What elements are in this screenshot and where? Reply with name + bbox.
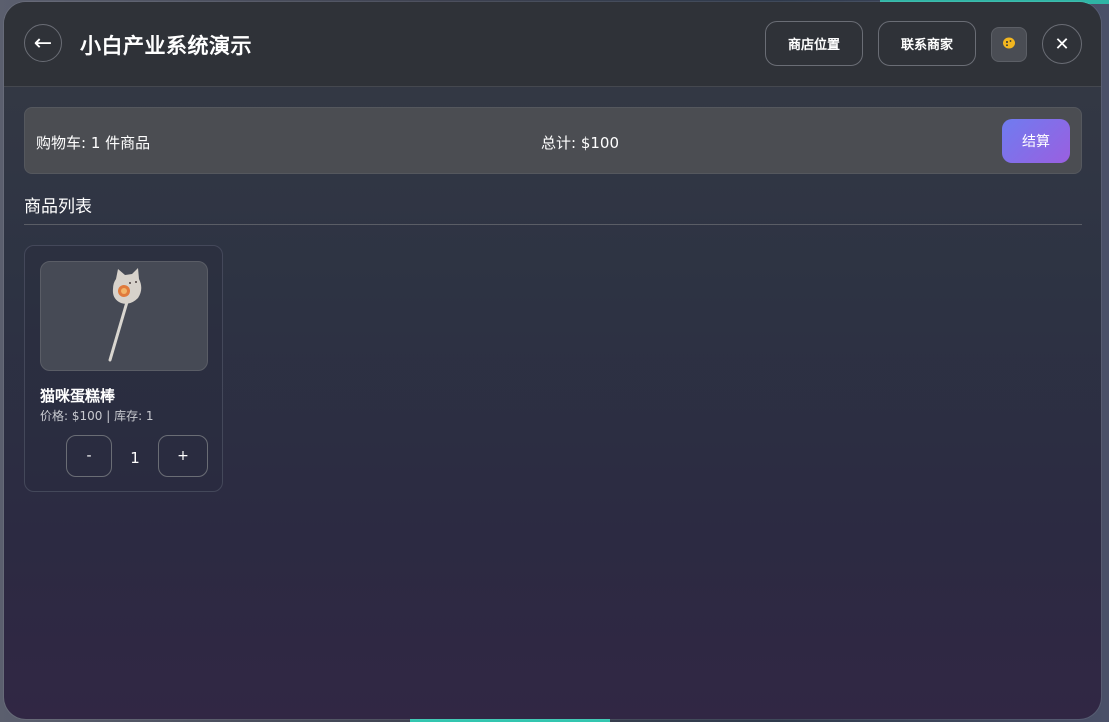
palette-icon: [1002, 36, 1016, 54]
page-title: 小白产业系统演示: [80, 34, 252, 58]
product-price-stock: 价格: $100 | 库存: 1: [40, 409, 154, 423]
cart-item-count: 购物车: 1 件商品: [36, 134, 151, 152]
store-location-button[interactable]: 商店位置: [765, 21, 863, 66]
cat-cake-pop-image: [94, 267, 154, 366]
back-button[interactable]: ←: [24, 24, 62, 62]
app-window: ← 小白产业系统演示 商店位置 联系商家 ✕ 购物车: 1 件商品 总计: $1…: [4, 2, 1101, 719]
quantity-value: 1: [130, 449, 140, 467]
close-button[interactable]: ✕: [1042, 24, 1082, 64]
product-list-title: 商品列表: [24, 197, 92, 217]
section-divider: [24, 224, 1082, 225]
decrease-quantity-button[interactable]: -: [66, 435, 112, 477]
checkout-button[interactable]: 结算: [1002, 119, 1070, 163]
increase-quantity-button[interactable]: +: [158, 435, 208, 477]
theme-toggle-button[interactable]: [991, 27, 1027, 62]
cart-summary-bar: 购物车: 1 件商品 总计: $100 结算: [24, 107, 1082, 174]
contact-merchant-button[interactable]: 联系商家: [878, 21, 976, 66]
back-arrow-icon: ←: [33, 30, 53, 56]
cart-total: 总计: $100: [541, 134, 619, 152]
header-bar: ← 小白产业系统演示 商店位置 联系商家 ✕: [4, 2, 1101, 87]
close-icon: ✕: [1054, 33, 1070, 55]
product-name: 猫咪蛋糕棒: [40, 387, 116, 405]
product-card: 猫咪蛋糕棒 价格: $100 | 库存: 1 - 1 +: [24, 245, 223, 492]
product-image: [40, 261, 208, 371]
